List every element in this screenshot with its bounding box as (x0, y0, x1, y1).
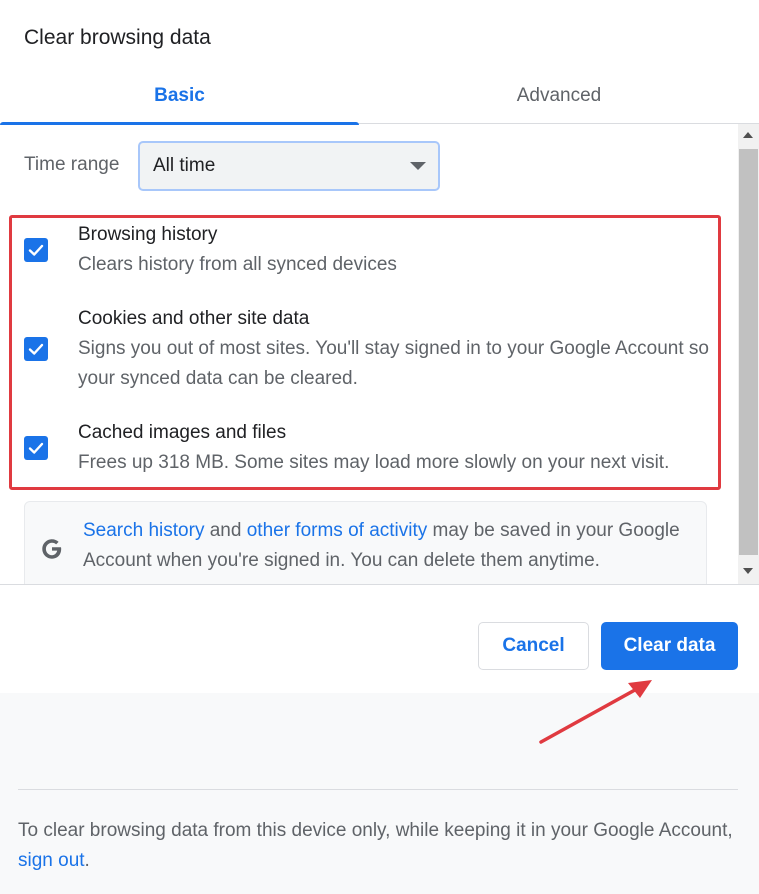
tab-bar: Basic Advanced (0, 68, 759, 125)
google-account-info-box: Search history and other forms of activi… (24, 501, 707, 584)
checkbox-cookies[interactable] (24, 337, 48, 361)
footer-text-part: To clear browsing data from this device … (18, 820, 733, 841)
dialog-title: Clear browsing data (24, 26, 211, 49)
info-text-part: and (204, 520, 247, 541)
option-title: Cookies and other site data (78, 308, 310, 329)
option-description: Signs you out of most sites. You'll stay… (78, 338, 709, 389)
annotation-arrow-icon (539, 680, 652, 744)
time-range-value: All time (153, 155, 216, 176)
option-description: Clears history from all synced devices (78, 254, 397, 275)
info-text: Search history and other forms of activi… (83, 516, 703, 576)
search-history-link[interactable]: Search history (83, 520, 204, 541)
checkmark-icon (28, 244, 44, 256)
option-description: Frees up 318 MB. Some sites may load mor… (78, 452, 670, 473)
google-g-icon (42, 539, 62, 559)
option-title: Cached images and files (78, 422, 287, 443)
clear-data-button[interactable]: Clear data (601, 622, 738, 670)
cancel-button[interactable]: Cancel (478, 622, 589, 670)
tab-basic[interactable]: Basic (0, 68, 359, 125)
tab-advanced[interactable]: Advanced (359, 68, 759, 124)
footer-text-suffix: . (84, 850, 90, 871)
scroll-down-arrow-icon[interactable] (743, 568, 753, 574)
time-range-select[interactable]: All time (138, 141, 440, 191)
checkmark-icon (28, 343, 44, 355)
checkbox-cached-images[interactable] (24, 436, 48, 460)
tab-advanced-label: Advanced (516, 85, 602, 106)
footer-divider (18, 789, 738, 790)
footer-text: To clear browsing data from this device … (18, 816, 738, 876)
time-range-label: Time range (24, 154, 120, 175)
other-activity-link[interactable]: other forms of activity (247, 520, 428, 541)
checkbox-browsing-history[interactable] (24, 238, 48, 262)
scroll-up-arrow-icon[interactable] (743, 132, 753, 138)
option-title: Browsing history (78, 224, 218, 245)
tab-basic-label: Basic (154, 85, 205, 106)
dropdown-arrow-icon (410, 162, 426, 170)
vertical-scrollbar[interactable] (738, 124, 759, 584)
dialog-content: Time range All time Browsing history Cle… (0, 124, 738, 584)
sign-out-link[interactable]: sign out (18, 850, 85, 871)
checkmark-icon (28, 442, 44, 454)
scroll-thumb[interactable] (739, 149, 758, 555)
